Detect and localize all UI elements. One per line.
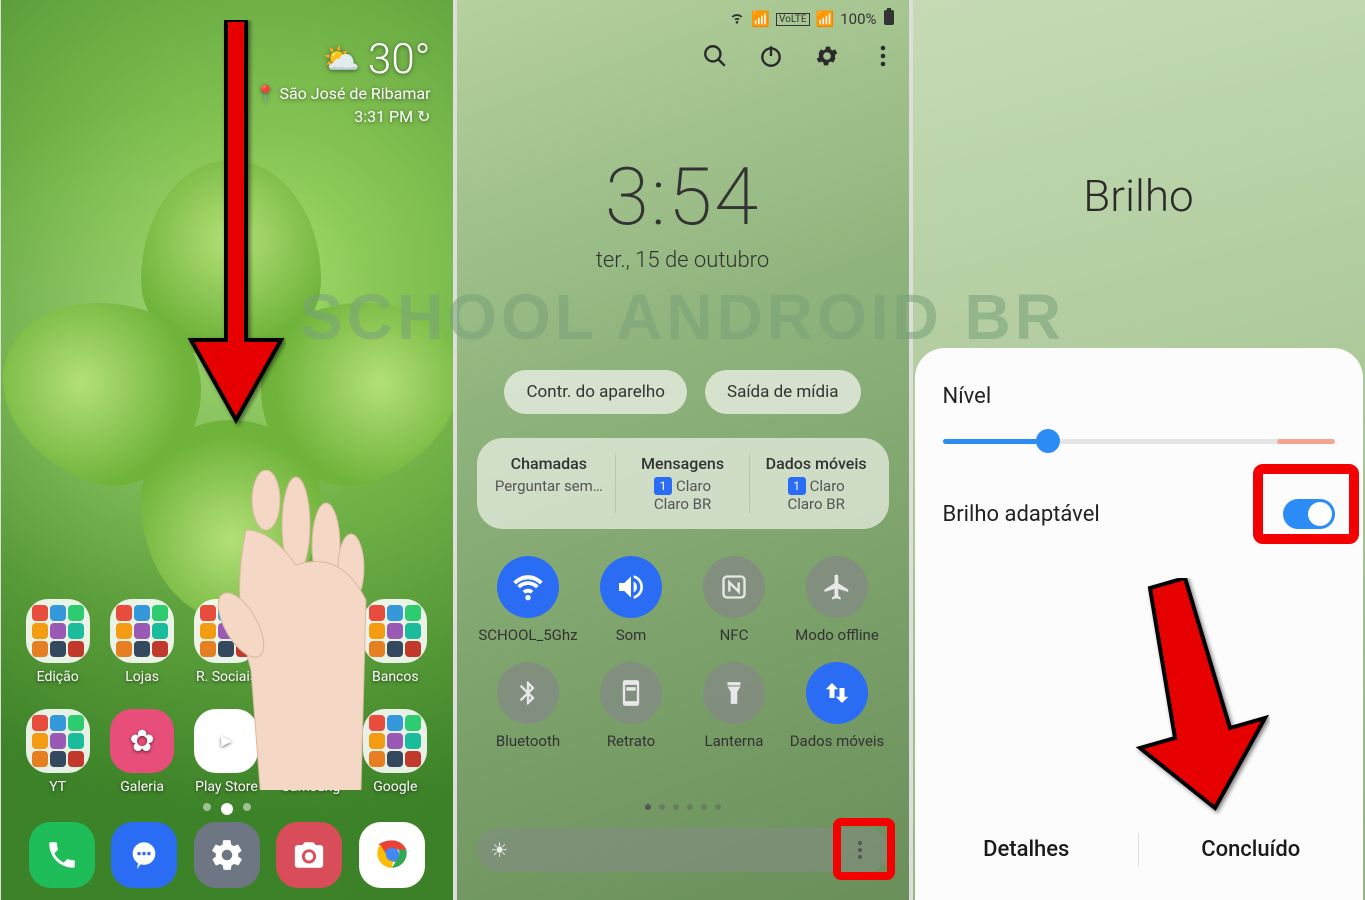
highlight-box-more — [833, 818, 895, 880]
phone-2-quickpanel: 📶 VoLTE 📶 100% 3:54 ter., 15 de outubro … — [457, 0, 909, 900]
dock-settings-app[interactable] — [194, 822, 260, 888]
level-label: Nível — [943, 384, 1335, 409]
tile-mobile-data[interactable]: Dados móveis — [786, 662, 889, 750]
power-icon[interactable] — [757, 42, 785, 70]
tiles-page-indicator[interactable] — [457, 804, 909, 810]
search-icon[interactable] — [701, 42, 729, 70]
hand-gesture-graphic — [201, 470, 381, 790]
wifi-icon — [729, 9, 745, 29]
temperature: 30° — [368, 35, 430, 84]
brightness-bar[interactable]: ☀ — [477, 828, 889, 872]
sheet-actions: Detalhes Concluído — [915, 823, 1363, 876]
phone-triptych: ⛅ 30° 📍 São José de Ribamar 3:31 PM ↻ Ed… — [1, 0, 1365, 900]
slider-thumb[interactable] — [1036, 429, 1060, 453]
highlight-box-toggle — [1253, 464, 1359, 544]
more-icon[interactable] — [869, 42, 897, 70]
panel-clock[interactable]: 3:54 ter., 15 de outubro — [457, 150, 909, 273]
phone-3-brightness: Brilho Nível Brilho adaptável Detalhes C… — [913, 0, 1365, 900]
folder-yt[interactable]: YT — [19, 709, 97, 795]
battery-pct: 100% — [840, 10, 876, 28]
panel-chips: Contr. do aparelho Saída de mídia — [457, 370, 909, 414]
quick-tiles-grid: SCHOOL_5Ghz Som NFC Modo offline Bluetoo… — [477, 556, 889, 750]
dock-phone-app[interactable] — [29, 822, 95, 888]
panel-top-actions — [701, 42, 897, 70]
adaptive-label: Brilho adaptável — [943, 502, 1100, 527]
dock-chrome-app[interactable] — [359, 822, 425, 888]
folder-lojas[interactable]: Lojas — [103, 599, 181, 685]
signal2-icon: 📶 — [816, 10, 835, 28]
brightness-slider[interactable] — [943, 431, 1335, 451]
app-galeria[interactable]: ✿Galeria — [103, 709, 181, 795]
volte-icon: VoLTE — [776, 13, 810, 26]
gear-icon[interactable] — [813, 42, 841, 70]
clock-date: ter., 15 de outubro — [457, 248, 909, 273]
phone-1-homescreen: ⛅ 30° 📍 São José de Ribamar 3:31 PM ↻ Ed… — [1, 0, 453, 900]
dock — [1, 822, 453, 888]
sim-data[interactable]: Dados móveis 1Claro Claro BR — [750, 454, 883, 513]
details-button[interactable]: Detalhes — [915, 823, 1139, 876]
weather-icon: ⛅ — [323, 42, 360, 77]
battery-icon — [883, 8, 895, 30]
tile-flashlight[interactable]: Lanterna — [683, 662, 786, 750]
brightness-header: Brilho — [913, 170, 1365, 222]
chip-media-output[interactable]: Saída de mídia — [705, 370, 861, 414]
tile-rotate[interactable]: Retrato — [580, 662, 683, 750]
status-bar: 📶 VoLTE 📶 100% — [729, 8, 894, 30]
done-button[interactable]: Concluído — [1139, 823, 1363, 876]
sim-messages[interactable]: Mensagens 1Claro Claro BR — [616, 454, 750, 513]
sim-calls[interactable]: Chamadas Perguntar sem… — [483, 454, 617, 513]
clock-time: 3:54 — [457, 150, 909, 244]
dock-camera-app[interactable] — [276, 822, 342, 888]
folder-edicao[interactable]: Edição — [19, 599, 97, 685]
dock-messages-app[interactable] — [111, 822, 177, 888]
page-indicator[interactable] — [1, 803, 453, 815]
tile-wifi[interactable]: SCHOOL_5Ghz — [477, 556, 580, 644]
swipe-down-arrow-annotation — [186, 20, 286, 440]
tile-bluetooth[interactable]: Bluetooth — [477, 662, 580, 750]
tap-done-arrow-annotation — [1120, 578, 1270, 818]
tile-nfc[interactable]: NFC — [683, 556, 786, 644]
tile-airplane[interactable]: Modo offline — [786, 556, 889, 644]
tile-sound[interactable]: Som — [580, 556, 683, 644]
sun-icon: ☀ — [491, 838, 509, 862]
sim-manager-row[interactable]: Chamadas Perguntar sem… Mensagens 1Claro… — [477, 438, 889, 529]
chip-device-controls[interactable]: Contr. do aparelho — [504, 370, 687, 414]
signal-icon: 📶 — [751, 10, 770, 28]
